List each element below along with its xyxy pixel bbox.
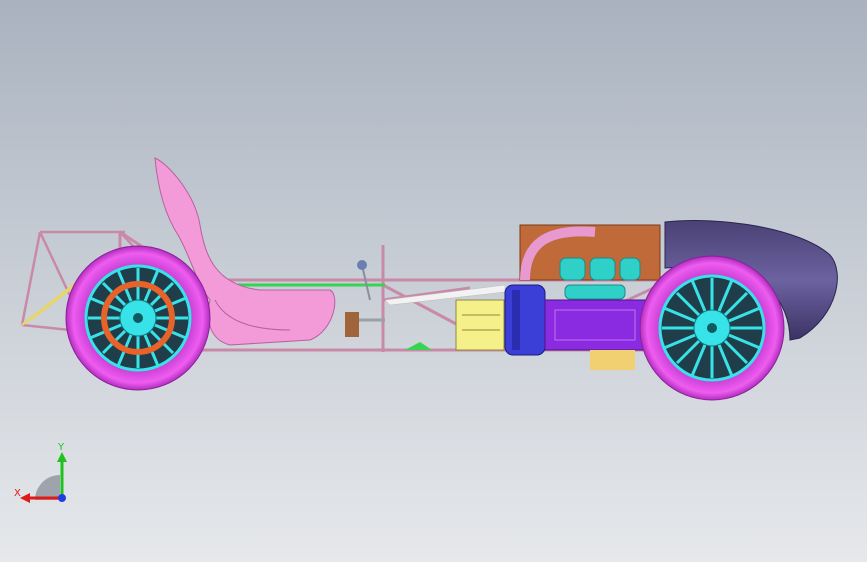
z-axis-dot [58, 494, 66, 502]
gear-lever [361, 264, 371, 301]
y-axis-label: Y [57, 442, 65, 453]
front-wheel [639, 255, 785, 401]
race-car-chassis-model[interactable] [0, 0, 867, 562]
pedal-box [345, 312, 359, 337]
green-marker [405, 342, 432, 350]
gear-knob [357, 260, 367, 270]
cad-viewport[interactable]: X Y [0, 0, 867, 562]
rear-wheel [65, 245, 211, 391]
x-axis-label: X [14, 488, 21, 499]
battery-box [455, 299, 505, 351]
flywheel [504, 284, 546, 356]
coordinate-triad: X Y [14, 442, 67, 503]
